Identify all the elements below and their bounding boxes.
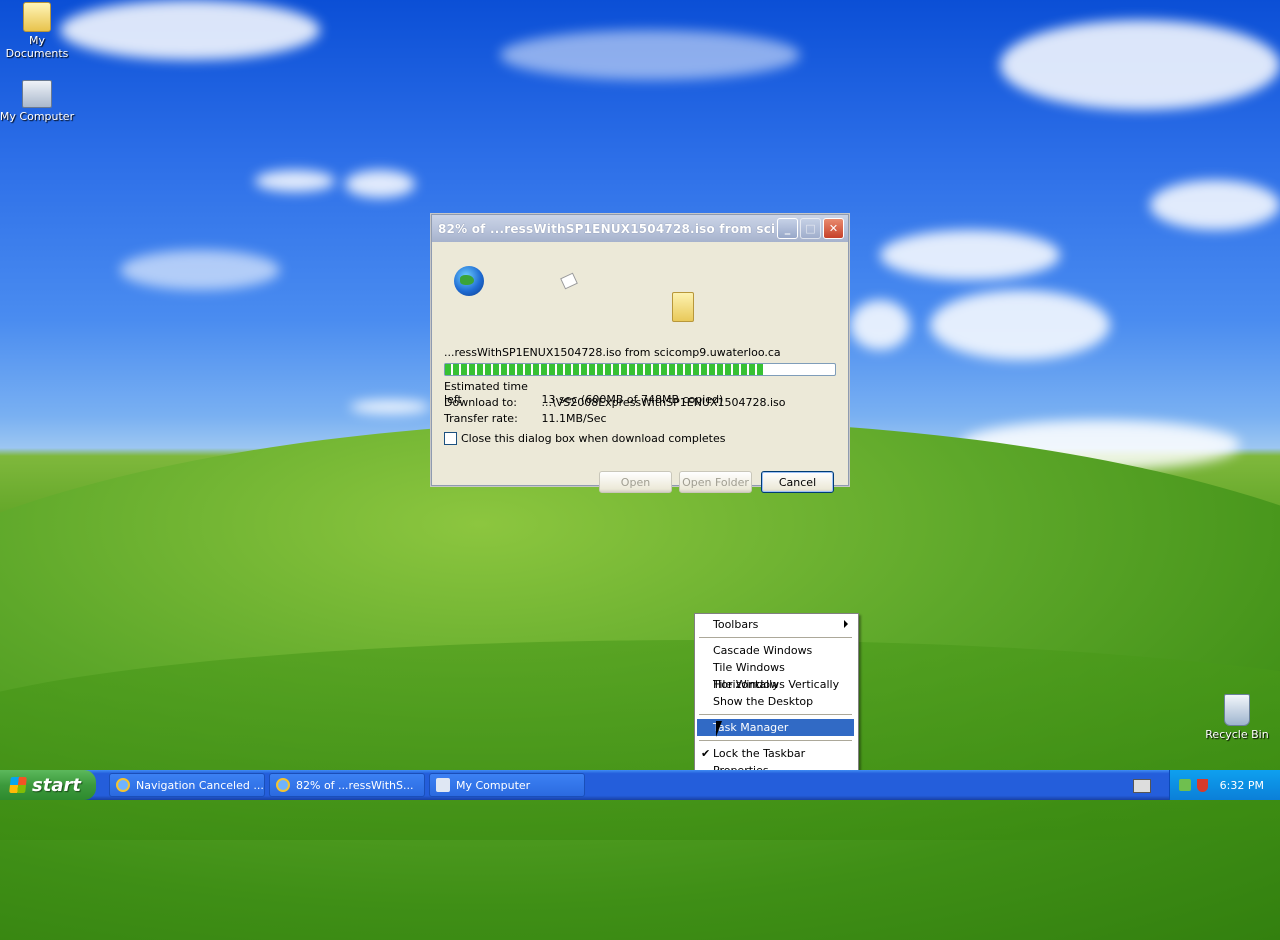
menu-item-toolbars[interactable]: Toolbars xyxy=(697,616,854,633)
computer-icon xyxy=(436,778,450,792)
menu-separator xyxy=(699,637,852,638)
recycle-bin-icon xyxy=(1224,694,1250,726)
desktop-icon-label: My Computer xyxy=(0,110,75,123)
cancel-button[interactable]: Cancel xyxy=(761,471,834,493)
start-label: start xyxy=(32,774,81,796)
computer-icon xyxy=(22,80,52,108)
start-button[interactable]: start xyxy=(0,770,96,800)
security-shield-icon[interactable] xyxy=(1196,778,1208,792)
menu-item-show-desktop[interactable]: Show the Desktop xyxy=(697,693,854,710)
menu-item-lock-taskbar[interactable]: ✔ Lock the Taskbar xyxy=(697,745,854,762)
checkmark-icon: ✔ xyxy=(701,747,711,760)
clock[interactable]: 6:32 PM xyxy=(1220,779,1264,792)
minimize-button[interactable]: _ xyxy=(777,218,798,239)
close-when-complete-checkbox[interactable] xyxy=(444,432,457,445)
dialog-title: 82% of ...ressWithSP1ENUX1504728.iso fro… xyxy=(438,221,775,236)
download-to-row: Download to: ...\VS2008ExpressWithSP1ENU… xyxy=(444,396,786,409)
network-icon[interactable] xyxy=(1178,779,1191,791)
taskbar-context-menu: Toolbars Cascade Windows Tile Windows Ho… xyxy=(694,613,859,782)
folder-icon xyxy=(23,2,51,32)
transfer-rate-value: 11.1MB/Sec xyxy=(541,412,607,425)
flying-document-icon xyxy=(560,272,578,290)
menu-separator xyxy=(699,740,852,741)
taskbar-button-navigation-canceled[interactable]: Navigation Canceled ... xyxy=(109,773,265,797)
close-button[interactable]: ✕ xyxy=(823,218,844,239)
internet-explorer-icon xyxy=(276,778,290,792)
menu-item-cascade-windows[interactable]: Cascade Windows xyxy=(697,642,854,659)
download-file-name: ...ressWithSP1ENUX1504728.iso from scico… xyxy=(444,346,781,359)
desktop-icon-label: My Documents xyxy=(5,34,69,60)
open-folder-button[interactable]: Open Folder xyxy=(679,471,752,493)
internet-explorer-icon xyxy=(116,778,130,792)
menu-separator xyxy=(699,714,852,715)
desktop-icon-my-documents[interactable]: My Documents xyxy=(0,2,76,60)
close-when-complete-label[interactable]: Close this dialog box when download comp… xyxy=(461,432,725,445)
transfer-rate-label: Transfer rate: xyxy=(444,412,518,425)
windows-logo-icon xyxy=(9,777,27,793)
menu-item-label: Toolbars xyxy=(713,618,759,631)
close-when-complete-option[interactable]: Close this dialog box when download comp… xyxy=(444,432,725,445)
submenu-arrow-icon xyxy=(844,620,848,628)
desktop-icon-label: Recycle Bin xyxy=(1205,728,1269,741)
keyboard-icon[interactable] xyxy=(1133,779,1151,793)
globe-icon xyxy=(454,266,484,296)
taskbar-button-my-computer[interactable]: My Computer xyxy=(429,773,585,797)
open-button[interactable]: Open xyxy=(599,471,672,493)
download-progress-bar xyxy=(444,363,836,376)
taskbar[interactable]: start Navigation Canceled ... 82% of ...… xyxy=(0,770,1280,800)
dialog-titlebar[interactable]: 82% of ...ressWithSP1ENUX1504728.iso fro… xyxy=(432,215,848,242)
menu-item-tile-vertically[interactable]: Tile Windows Vertically xyxy=(697,676,854,693)
system-tray: 6:32 PM xyxy=(1169,770,1280,800)
desktop-icon-recycle-bin[interactable]: Recycle Bin xyxy=(1198,694,1276,741)
task-label: 82% of ...ressWithS... xyxy=(296,778,414,792)
destination-folder-icon xyxy=(672,292,694,322)
desktop-icon-my-computer[interactable]: My Computer xyxy=(0,80,76,123)
menu-item-label: Lock the Taskbar xyxy=(713,747,806,760)
download-to-label: Download to: xyxy=(444,396,517,409)
menu-item-tile-horizontally[interactable]: Tile Windows Horizontally xyxy=(697,659,854,691)
mouse-cursor-icon xyxy=(716,721,728,737)
download-to-value: ...\VS2008ExpressWithSP1ENUX1504728.iso xyxy=(541,396,786,409)
maximize-button: □ xyxy=(800,218,821,239)
transfer-rate-row: Transfer rate: 11.1MB/Sec xyxy=(444,412,607,425)
progress-fill xyxy=(445,364,765,375)
download-dialog: 82% of ...ressWithSP1ENUX1504728.iso fro… xyxy=(431,214,849,493)
task-label: My Computer xyxy=(456,778,531,792)
taskbar-button-download[interactable]: 82% of ...ressWithS... xyxy=(269,773,425,797)
task-label: Navigation Canceled ... xyxy=(136,778,264,792)
